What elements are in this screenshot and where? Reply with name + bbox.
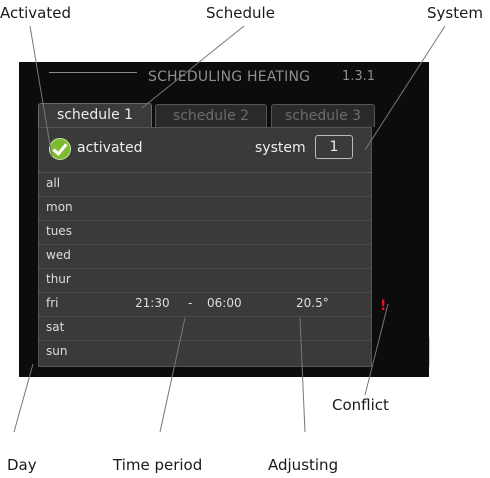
leader-day <box>13 363 34 433</box>
leader-activated <box>29 25 53 158</box>
leader-time-period <box>159 317 186 433</box>
leader-schedule <box>141 25 245 109</box>
leader-system <box>364 25 446 151</box>
leader-adjusting <box>299 317 306 433</box>
leader-conflict <box>364 303 389 396</box>
callout-leader-lines <box>13 25 446 433</box>
